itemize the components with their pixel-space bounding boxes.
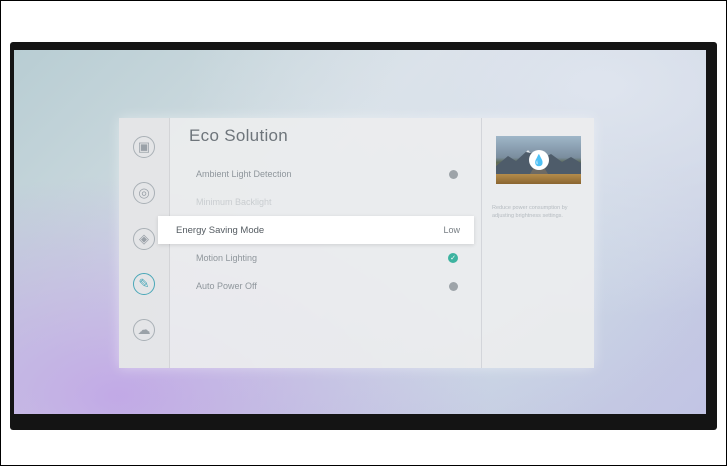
menu-item-ambient-light-detection[interactable]: Ambient Light Detection — [174, 160, 474, 188]
sound-icon[interactable]: ◎ — [133, 182, 155, 204]
settings-panel: ▣ ◎ ◈ ✎ ☁ Eco Solution Ambient Light Det… — [119, 118, 594, 368]
eco-solution-menu: Ambient Light Detection Minimum Backligh… — [158, 160, 474, 300]
water-drop-icon: 💧 — [529, 150, 549, 170]
eco-preview-image: 💧 — [496, 136, 581, 184]
toggle-off-indicator — [449, 281, 458, 291]
menu-item-energy-saving-mode[interactable]: Energy Saving Mode Low — [158, 216, 474, 244]
info-description: Reduce power consumption by adjusting br… — [492, 205, 568, 219]
menu-item-minimum-backlight: Minimum Backlight — [174, 188, 474, 216]
general-icon[interactable]: ✎ — [133, 273, 155, 295]
page-title: Eco Solution — [189, 126, 289, 145]
toggle-off-indicator — [449, 169, 458, 179]
broadcasting-glyph: ◈ — [139, 231, 149, 246]
menu-item-value: Low — [443, 225, 460, 235]
broadcasting-icon[interactable]: ◈ — [133, 228, 155, 250]
menu-item-label: Auto Power Off — [196, 281, 257, 291]
picture-icon[interactable]: ▣ — [133, 136, 155, 158]
menu-item-label: Ambient Light Detection — [196, 169, 292, 179]
menu-item-label: Motion Lighting — [196, 253, 258, 263]
menu-item-auto-power-off[interactable]: Auto Power Off — [174, 272, 474, 300]
tv-screen: ▣ ◎ ◈ ✎ ☁ Eco Solution Ambient Light Det… — [14, 50, 706, 414]
menu-item-motion-lighting[interactable]: Motion Lighting ✓ — [174, 244, 474, 272]
toggle-on-check-icon: ✓ — [448, 253, 458, 263]
menu-item-label: Minimum Backlight — [196, 197, 272, 207]
info-pane: 💧 Reduce power consumption by adjusting … — [481, 118, 595, 368]
support-glyph: ☁ — [137, 322, 151, 337]
picture-glyph: ▣ — [137, 139, 151, 154]
sound-glyph: ◎ — [138, 185, 150, 200]
support-icon[interactable]: ☁ — [133, 319, 155, 341]
menu-item-label: Energy Saving Mode — [176, 224, 265, 236]
general-glyph: ✎ — [138, 276, 150, 291]
